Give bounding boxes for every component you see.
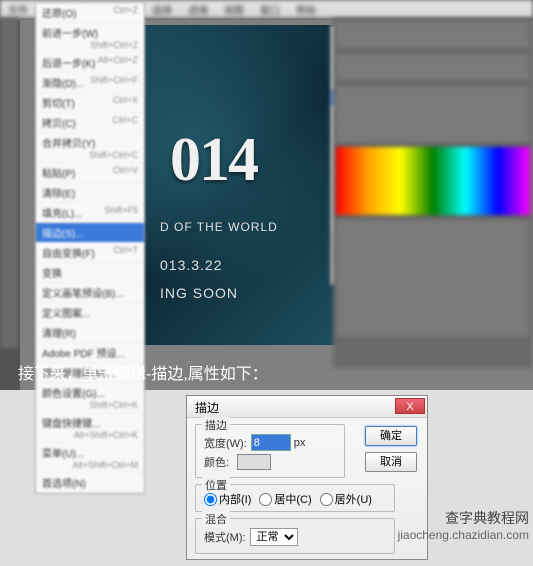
menu-select[interactable]: 选择 — [144, 0, 180, 18]
tools-panel[interactable] — [0, 18, 18, 348]
fieldset-label-blend: 混合 — [202, 511, 230, 527]
menu-item[interactable]: 后退一步(K)Alt+Ctrl+Z — [36, 53, 144, 73]
menu-item[interactable]: 首选项(N) — [36, 473, 144, 493]
dialog-title-text: 描边 — [195, 401, 219, 415]
artwork-main-text: 014 — [170, 125, 257, 196]
radio-inside-input[interactable] — [204, 493, 217, 506]
color-swatch[interactable] — [237, 454, 271, 470]
menu-item[interactable]: 渐隐(D)...Shift+Ctrl+F — [36, 73, 144, 93]
radio-outside[interactable]: 居外(U) — [320, 491, 372, 507]
swatches-panel[interactable] — [335, 146, 531, 216]
mode-select[interactable]: 正常 — [250, 528, 298, 546]
menu-item[interactable]: 颜色设置(G)...Shift+Ctrl+K — [36, 383, 144, 413]
width-input[interactable] — [251, 434, 291, 451]
menu-file[interactable]: 文件 — [0, 0, 36, 18]
menu-window[interactable]: 窗口 — [252, 0, 288, 18]
width-unit: px — [294, 437, 306, 449]
menu-item[interactable]: 定义图案... — [36, 303, 144, 323]
menu-item[interactable]: 清理(R) — [36, 323, 144, 343]
edit-menu-dropdown: 还原(O)Ctrl+Z前进一步(W)Shift+Ctrl+Z后退一步(K)Alt… — [35, 2, 145, 494]
cancel-button[interactable]: 取消 — [365, 452, 417, 472]
menu-item[interactable]: 合并拷贝(Y)Shift+Ctrl+C — [36, 133, 144, 163]
menu-filter[interactable]: 滤镜 — [180, 0, 216, 18]
menu-item[interactable]: 变换 — [36, 263, 144, 283]
photoshop-window: 文件 编辑 图像 图层 选择 滤镜 视图 窗口 帮助 014 D OF THE … — [0, 0, 533, 390]
menu-item[interactable]: 自由变换(F)Ctrl+T — [36, 243, 144, 263]
stroke-fieldset: 描边 宽度(W): px 颜色: — [195, 424, 345, 478]
fieldset-label-stroke: 描边 — [202, 417, 230, 433]
ok-button[interactable]: 确定 — [365, 426, 417, 446]
menu-item[interactable]: 描边(S)... — [36, 223, 144, 243]
position-fieldset: 位置 内部(I) 居中(C) 居外(U) — [195, 484, 395, 512]
menu-item[interactable]: 填充(L)...Shift+F5 — [36, 203, 144, 223]
menu-item[interactable]: 键盘快捷键...Alt+Shift+Ctrl+K — [36, 413, 144, 443]
dialog-titlebar[interactable]: 描边 X — [187, 396, 427, 418]
menu-item[interactable]: 定义画笔预设(B)... — [36, 283, 144, 303]
blend-fieldset: 混合 模式(M): 正常 — [195, 518, 395, 554]
radio-center[interactable]: 居中(C) — [259, 491, 311, 507]
menu-item[interactable]: 剪切(T)Ctrl+X — [36, 93, 144, 113]
menu-item[interactable]: 清除(E) — [36, 183, 144, 203]
watermark-name: 查字典教程网 — [398, 508, 529, 528]
menu-item[interactable]: 拷贝(C)Ctrl+C — [36, 113, 144, 133]
menu-view[interactable]: 视图 — [216, 0, 252, 18]
menu-item[interactable]: 粘贴(P)Ctrl+V — [36, 163, 144, 183]
stroke-dialog: 描边 X 确定 取消 描边 宽度(W): px 颜色: 位置 内部(I) 居中(… — [186, 395, 428, 560]
menu-item[interactable]: 前进一步(W)Shift+Ctrl+Z — [36, 23, 144, 53]
watermark: 查字典教程网 jiaocheng.chazidian.com — [398, 508, 529, 542]
right-panels — [333, 18, 533, 368]
menu-item[interactable]: 菜单(U)...Alt+Shift+Ctrl+M — [36, 443, 144, 473]
watermark-url: jiaocheng.chazidian.com — [398, 528, 529, 542]
artwork-canvas: 014 D OF THE WORLD 013.3.22 ING SOON — [140, 25, 340, 345]
fieldset-label-position: 位置 — [202, 477, 230, 493]
color-label: 颜色: — [204, 454, 229, 470]
panel-block[interactable] — [335, 52, 531, 82]
radio-inside[interactable]: 内部(I) — [204, 491, 251, 507]
radio-center-input[interactable] — [259, 493, 272, 506]
dialog-close-button[interactable]: X — [395, 398, 425, 414]
radio-outside-input[interactable] — [320, 493, 333, 506]
menu-help[interactable]: 帮助 — [288, 0, 324, 18]
panel-block[interactable] — [335, 84, 531, 144]
artwork-subtitle-2: 013.3.22 — [160, 257, 223, 273]
artwork-subtitle-3: ING SOON — [160, 285, 238, 301]
menu-item[interactable]: 还原(O)Ctrl+Z — [36, 3, 144, 23]
mode-label: 模式(M): — [204, 529, 246, 545]
panel-block[interactable] — [335, 20, 531, 50]
artwork-subtitle-1: D OF THE WORLD — [160, 220, 278, 234]
width-label: 宽度(W): — [204, 435, 247, 451]
panel-block[interactable] — [335, 218, 531, 338]
instruction-text: 接下来，单击编辑-描边,属性如下： — [18, 360, 268, 384]
